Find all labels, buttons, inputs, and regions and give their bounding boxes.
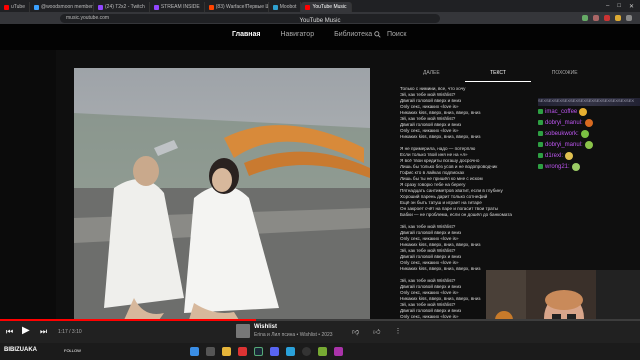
play-icon[interactable]: ▶ bbox=[22, 325, 30, 336]
chat-message: sobeukwork: bbox=[538, 128, 640, 139]
steam-icon[interactable] bbox=[254, 347, 263, 356]
nav-library[interactable]: Библиотека bbox=[334, 31, 372, 38]
chat-emote-icon bbox=[580, 129, 589, 138]
tab-favicon-icon bbox=[305, 4, 311, 10]
left-sidebar bbox=[0, 24, 56, 320]
chat-message: imac_coffee bbox=[538, 106, 640, 117]
chat-message: wrong21: bbox=[538, 161, 640, 172]
search-label: Поиск bbox=[387, 31, 407, 38]
browser-icon[interactable] bbox=[238, 347, 247, 356]
tab-favicon-icon bbox=[98, 4, 103, 10]
chat-username[interactable]: dobryi_manul: bbox=[545, 120, 583, 126]
chat-header: SEXSEXSEXSEXSEXSEXSEXSEXSEXSEXSEXSEX bbox=[538, 98, 640, 106]
window-controls: – □ ✕ bbox=[606, 3, 640, 10]
next-icon[interactable]: ⏭ bbox=[40, 327, 47, 337]
follow-label: FOLLOW bbox=[64, 348, 81, 353]
nav-explore[interactable]: Навигатор bbox=[280, 31, 314, 38]
chat-username[interactable]: dobryi_manul: bbox=[545, 142, 583, 148]
browser-tab[interactable]: @woodsmoon memberships bbox=[30, 2, 94, 12]
side-tabs: ДАЛЕЕ ТЕКСТ ПОХОЖИЕ bbox=[398, 70, 598, 82]
tab-up-next[interactable]: ДАЛЕЕ bbox=[398, 70, 465, 82]
app-icon[interactable] bbox=[334, 347, 343, 356]
playback-time: 1:17 / 3:10 bbox=[58, 329, 82, 335]
previous-icon[interactable]: ⏮ bbox=[6, 327, 13, 337]
moderator-badge-icon bbox=[538, 142, 543, 147]
telegram-icon[interactable] bbox=[286, 347, 295, 356]
app-icon[interactable] bbox=[318, 347, 327, 356]
chat-message: d1rexl: bbox=[538, 150, 640, 161]
tab-label: (83) Warface!Первые Шаги bbox=[215, 4, 268, 10]
chat-username[interactable]: sobeukwork: bbox=[545, 131, 579, 137]
streamer-name: BIBIZUAKA bbox=[4, 347, 37, 353]
moderator-badge-icon bbox=[538, 109, 543, 114]
nav-home[interactable]: Главная bbox=[232, 31, 260, 38]
start-icon[interactable] bbox=[190, 347, 199, 356]
browser-tab[interactable]: (24) T2x2 - Twitch bbox=[94, 2, 150, 12]
moderator-badge-icon bbox=[538, 153, 543, 158]
tab-label: @woodsmoon memberships bbox=[41, 4, 93, 10]
tab-related[interactable]: ПОХОЖИЕ bbox=[531, 70, 598, 82]
like-icon[interactable]: 👍︎ bbox=[373, 327, 380, 336]
browser-tab[interactable]: Moobot bbox=[269, 2, 302, 12]
search-taskbar-icon[interactable] bbox=[206, 347, 215, 356]
tab-favicon-icon bbox=[4, 4, 9, 10]
tab-favicon-icon bbox=[208, 4, 214, 10]
moderator-badge-icon bbox=[538, 131, 543, 136]
browser-tab[interactable]: STREAM INSIDE bbox=[150, 2, 205, 12]
more-icon[interactable]: ⋮ bbox=[394, 327, 401, 336]
track-actions: 👎︎ 👍︎ ⋮ bbox=[352, 327, 401, 336]
taskbar: BIBIZUAKA FOLLOW bbox=[0, 343, 640, 360]
chat-username[interactable]: d1rexl: bbox=[545, 153, 563, 159]
chat-username[interactable]: wrong21: bbox=[545, 164, 570, 170]
track-thumbnail[interactable] bbox=[236, 324, 250, 338]
player-bar: ⏮ ▶ ⏭ 1:17 / 3:10 Wishlist Erina и Лил п… bbox=[0, 321, 640, 343]
tab-label: STREAM INSIDE bbox=[160, 4, 200, 10]
chat-emote-icon bbox=[579, 107, 588, 116]
folder-icon[interactable] bbox=[222, 347, 231, 356]
browser-tab[interactable]: YouTube Music bbox=[301, 2, 352, 12]
app-title: YouTube Music bbox=[299, 18, 341, 24]
tab-label: uTube bbox=[11, 4, 25, 10]
browser-tab[interactable]: uTube bbox=[0, 2, 30, 12]
discord-icon[interactable] bbox=[270, 347, 279, 356]
minimize-icon[interactable]: – bbox=[606, 3, 609, 10]
dislike-icon[interactable]: 👎︎ bbox=[352, 327, 359, 336]
chat-emote-icon bbox=[565, 151, 574, 160]
obs-icon[interactable] bbox=[302, 347, 311, 356]
tab-favicon-icon bbox=[153, 4, 159, 10]
tab-favicon-icon bbox=[34, 4, 39, 10]
tab-label: Moobot bbox=[279, 4, 297, 10]
maximize-icon[interactable]: □ bbox=[617, 3, 621, 10]
chat-emote-icon bbox=[571, 162, 580, 171]
album-art bbox=[74, 68, 370, 320]
search[interactable]: Поиск bbox=[374, 31, 406, 38]
browser-tab[interactable]: (83) Warface!Первые Шаги bbox=[205, 2, 269, 12]
track-subtitle[interactable]: Erina и Лил псина • Wishlist • 2023 bbox=[254, 332, 333, 338]
main-nav: Главная Навигатор Библиотека bbox=[232, 31, 372, 38]
chat-username[interactable]: imac_coffee bbox=[545, 109, 577, 115]
tab-label: YouTube Music bbox=[312, 4, 347, 10]
chat-message: dobryi_manul: bbox=[538, 117, 640, 128]
tab-lyrics[interactable]: ТЕКСТ bbox=[464, 70, 532, 82]
tab-favicon-icon bbox=[272, 4, 278, 10]
taskbar-icons bbox=[190, 347, 343, 356]
tab-label: (24) T2x2 - Twitch bbox=[105, 4, 145, 10]
moderator-badge-icon bbox=[538, 164, 543, 169]
track-title[interactable]: Wishlist bbox=[254, 324, 277, 330]
chat-emote-icon bbox=[584, 118, 593, 127]
moderator-badge-icon bbox=[538, 120, 543, 125]
album-photo bbox=[74, 68, 370, 320]
chat-emote-icon bbox=[584, 140, 593, 149]
close-icon[interactable]: ✕ bbox=[629, 3, 634, 10]
stream-chat-overlay: SEXSEXSEXSEXSEXSEXSEXSEXSEXSEXSEXSEX ima… bbox=[538, 98, 640, 178]
search-icon bbox=[374, 31, 381, 38]
browser-tab-bar: uTube @woodsmoon memberships (24) T2x2 - T… bbox=[0, 0, 640, 12]
chat-message: dobryi_manul: bbox=[538, 139, 640, 150]
